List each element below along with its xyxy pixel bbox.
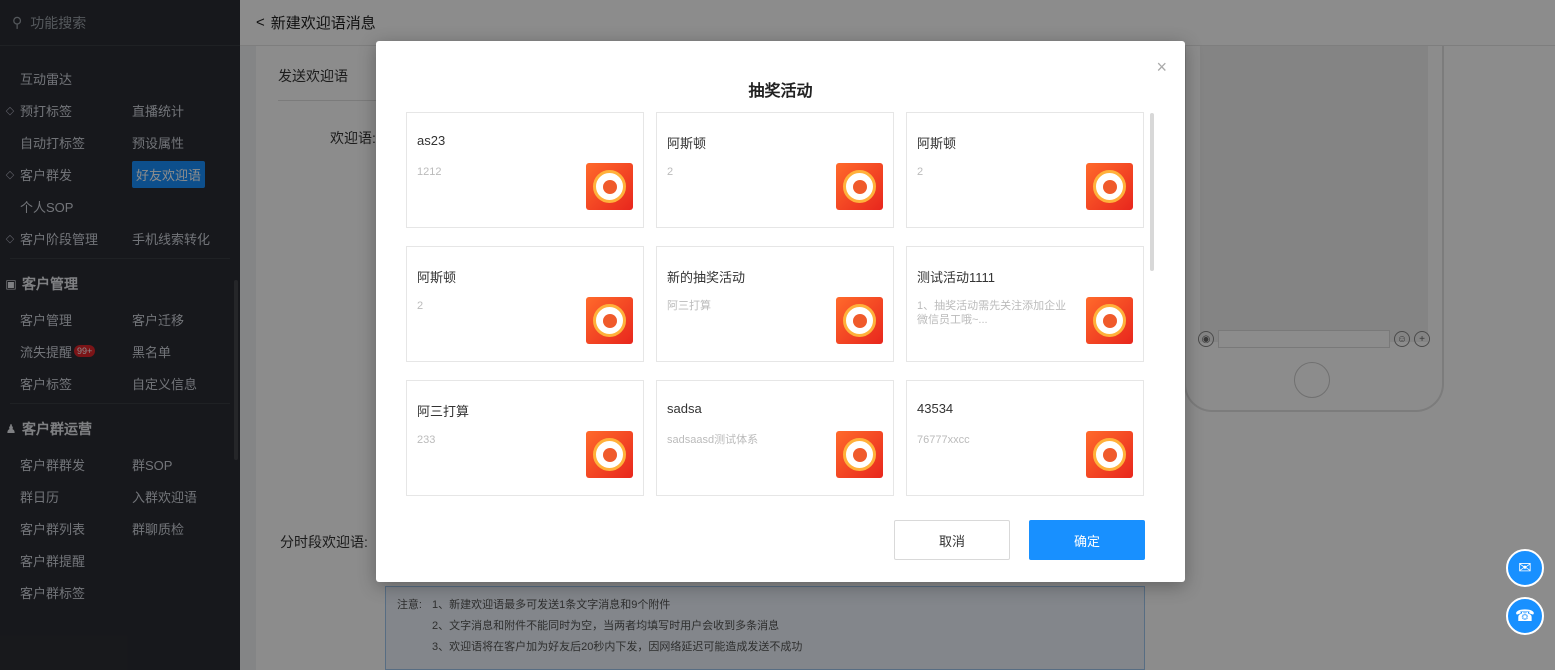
card-desc: 1212 xyxy=(417,166,442,178)
lottery-wheel-icon xyxy=(836,431,883,478)
close-icon[interactable]: × xyxy=(1156,57,1167,78)
card-desc: 2 xyxy=(417,300,424,312)
card-title: 阿斯顿 xyxy=(417,270,457,285)
modal-title: 抽奖活动 xyxy=(748,83,813,100)
card-title: 阿三打算 xyxy=(417,404,470,419)
chat-icon[interactable]: ✉ xyxy=(1506,549,1544,587)
lottery-card[interactable]: 阿斯顿 2 xyxy=(406,246,644,362)
lottery-card[interactable]: as23 1212 xyxy=(406,112,644,228)
card-title: 测试活动1111 xyxy=(917,270,996,285)
lottery-card[interactable]: 阿斯顿 2 xyxy=(906,112,1144,228)
confirm-button[interactable]: 确定 xyxy=(1029,520,1145,560)
card-title: as23 xyxy=(417,133,446,148)
card-desc: 233 xyxy=(417,434,436,446)
card-desc: 1、抽奖活动需先关注添加企业微信员工哦~... xyxy=(917,300,1067,326)
lottery-card[interactable]: 阿三打算 233 xyxy=(406,380,644,496)
lottery-wheel-icon xyxy=(836,297,883,344)
lottery-grid: as23 1212 阿斯顿 2 阿斯顿 2 阿斯顿 2 新的抽奖活动 阿三打算 测试活动1111 1、… xyxy=(406,112,1146,496)
lottery-wheel-icon xyxy=(1086,431,1133,478)
card-title: 阿斯顿 xyxy=(917,136,957,151)
headset-icon[interactable]: ☎ xyxy=(1506,597,1544,635)
lottery-card[interactable]: 43534 76777xxcc xyxy=(906,380,1144,496)
cancel-button[interactable]: 取消 xyxy=(894,520,1010,560)
lottery-wheel-icon xyxy=(586,163,633,210)
card-desc: 2 xyxy=(917,166,924,178)
lottery-wheel-icon xyxy=(836,163,883,210)
lottery-wheel-icon xyxy=(586,431,633,478)
lottery-card[interactable]: 阿斯顿 2 xyxy=(656,112,894,228)
lottery-wheel-icon xyxy=(586,297,633,344)
lottery-card[interactable]: 新的抽奖活动 阿三打算 xyxy=(656,246,894,362)
lottery-card[interactable]: 测试活动1111 1、抽奖活动需先关注添加企业微信员工哦~... xyxy=(906,246,1144,362)
card-title: 阿斯顿 xyxy=(667,136,707,151)
card-title: 43534 xyxy=(917,401,954,416)
card-title: sadsa xyxy=(667,401,702,416)
card-desc: 阿三打算 xyxy=(667,300,711,312)
lottery-wheel-icon xyxy=(1086,297,1133,344)
card-desc: 76777xxcc xyxy=(917,434,970,446)
lottery-modal: 抽奖活动 × as23 1212 阿斯顿 2 阿斯顿 2 阿斯顿 2 新的抽奖活动 阿三打算 测试活… xyxy=(376,41,1185,582)
lottery-card[interactable]: sadsa sadsaasd测试体系 xyxy=(656,380,894,496)
card-title: 新的抽奖活动 xyxy=(667,270,746,285)
modal-scrollbar[interactable] xyxy=(1150,113,1154,271)
card-desc: 2 xyxy=(667,166,674,178)
lottery-wheel-icon xyxy=(1086,163,1133,210)
card-desc: sadsaasd测试体系 xyxy=(667,434,759,446)
